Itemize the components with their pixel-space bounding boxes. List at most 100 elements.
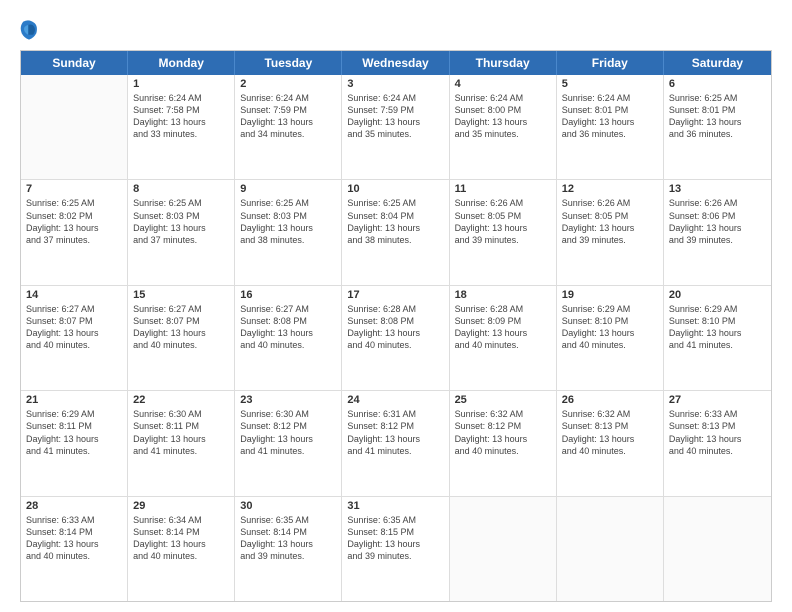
cell-info: Sunrise: 6:32 AM Sunset: 8:12 PM Dayligh…: [455, 408, 551, 457]
calendar-cell: 19 Sunrise: 6:29 AM Sunset: 8:10 PM Dayli…: [557, 286, 664, 390]
cell-info: Sunrise: 6:24 AM Sunset: 7:58 PM Dayligh…: [133, 92, 229, 141]
day-number: 6: [669, 78, 766, 90]
day-number: 8: [133, 183, 229, 195]
cell-info: Sunrise: 6:33 AM Sunset: 8:14 PM Dayligh…: [26, 514, 122, 563]
cell-info: Sunrise: 6:25 AM Sunset: 8:03 PM Dayligh…: [240, 197, 336, 246]
cell-info: Sunrise: 6:31 AM Sunset: 8:12 PM Dayligh…: [347, 408, 443, 457]
weekday-header-saturday: Saturday: [664, 51, 771, 75]
cell-info: Sunrise: 6:26 AM Sunset: 8:05 PM Dayligh…: [562, 197, 658, 246]
day-number: 31: [347, 500, 443, 512]
logo: [20, 18, 42, 40]
cell-info: Sunrise: 6:27 AM Sunset: 8:07 PM Dayligh…: [26, 303, 122, 352]
calendar-cell: 25 Sunrise: 6:32 AM Sunset: 8:12 PM Dayli…: [450, 391, 557, 495]
calendar-cell: 15Sunrise: 6:27 AM Sunset: 8:07 PM Dayli…: [128, 286, 235, 390]
day-number: 3: [347, 78, 443, 90]
day-number: 16: [240, 289, 336, 301]
calendar-row-1: 1 Sunrise: 6:24 AM Sunset: 7:58 PM Daylig…: [21, 75, 771, 180]
calendar-cell: 18 Sunrise: 6:28 AM Sunset: 8:09 PM Dayli…: [450, 286, 557, 390]
calendar-row-3: 14 Sunrise: 6:27 AM Sunset: 8:07 PM Dayli…: [21, 286, 771, 391]
day-number: 21: [26, 394, 122, 406]
day-number: 18: [455, 289, 551, 301]
calendar-cell: 24 Sunrise: 6:31 AM Sunset: 8:12 PM Dayli…: [342, 391, 449, 495]
calendar-cell: [21, 75, 128, 179]
calendar-cell: 12 Sunrise: 6:26 AM Sunset: 8:05 PM Dayli…: [557, 180, 664, 284]
day-number: 5: [562, 78, 658, 90]
calendar-row-4: 21Sunrise: 6:29 AM Sunset: 8:11 PM Dayli…: [21, 391, 771, 496]
cell-info: Sunrise: 6:35 AM Sunset: 8:14 PM Dayligh…: [240, 514, 336, 563]
calendar-cell: 1 Sunrise: 6:24 AM Sunset: 7:58 PM Daylig…: [128, 75, 235, 179]
calendar-cell: 27 Sunrise: 6:33 AM Sunset: 8:13 PM Dayli…: [664, 391, 771, 495]
calendar-header: SundayMondayTuesdayWednesdayThursdayFrid…: [21, 51, 771, 75]
calendar-cell: 17Sunrise: 6:28 AM Sunset: 8:08 PM Dayli…: [342, 286, 449, 390]
cell-info: Sunrise: 6:27 AM Sunset: 8:08 PM Dayligh…: [240, 303, 336, 352]
day-number: 26: [562, 394, 658, 406]
day-number: 12: [562, 183, 658, 195]
day-number: 9: [240, 183, 336, 195]
calendar-cell: 5 Sunrise: 6:24 AM Sunset: 8:01 PM Daylig…: [557, 75, 664, 179]
cell-info: Sunrise: 6:28 AM Sunset: 8:09 PM Dayligh…: [455, 303, 551, 352]
day-number: 25: [455, 394, 551, 406]
cell-info: Sunrise: 6:24 AM Sunset: 8:00 PM Dayligh…: [455, 92, 551, 141]
cell-info: Sunrise: 6:29 AM Sunset: 8:10 PM Dayligh…: [669, 303, 766, 352]
calendar-cell: 23 Sunrise: 6:30 AM Sunset: 8:12 PM Dayli…: [235, 391, 342, 495]
cell-info: Sunrise: 6:24 AM Sunset: 7:59 PM Dayligh…: [347, 92, 443, 141]
cell-info: Sunrise: 6:28 AM Sunset: 8:08 PM Dayligh…: [347, 303, 443, 352]
day-number: 10: [347, 183, 443, 195]
day-number: 19: [562, 289, 658, 301]
calendar-cell: 20Sunrise: 6:29 AM Sunset: 8:10 PM Dayli…: [664, 286, 771, 390]
cell-info: Sunrise: 6:27 AM Sunset: 8:07 PM Dayligh…: [133, 303, 229, 352]
calendar-cell: 26 Sunrise: 6:32 AM Sunset: 8:13 PM Dayli…: [557, 391, 664, 495]
day-number: 14: [26, 289, 122, 301]
calendar-cell: 11 Sunrise: 6:26 AM Sunset: 8:05 PM Dayli…: [450, 180, 557, 284]
day-number: 28: [26, 500, 122, 512]
calendar-cell: 8 Sunrise: 6:25 AM Sunset: 8:03 PM Daylig…: [128, 180, 235, 284]
calendar-cell: 10 Sunrise: 6:25 AM Sunset: 8:04 PM Dayli…: [342, 180, 449, 284]
cell-info: Sunrise: 6:30 AM Sunset: 8:11 PM Dayligh…: [133, 408, 229, 457]
weekday-header-wednesday: Wednesday: [342, 51, 449, 75]
day-number: 30: [240, 500, 336, 512]
cell-info: Sunrise: 6:32 AM Sunset: 8:13 PM Dayligh…: [562, 408, 658, 457]
cell-info: Sunrise: 6:30 AM Sunset: 8:12 PM Dayligh…: [240, 408, 336, 457]
cell-info: Sunrise: 6:29 AM Sunset: 8:10 PM Dayligh…: [562, 303, 658, 352]
cell-info: Sunrise: 6:24 AM Sunset: 7:59 PM Dayligh…: [240, 92, 336, 141]
weekday-header-monday: Monday: [128, 51, 235, 75]
page: SundayMondayTuesdayWednesdayThursdayFrid…: [0, 0, 792, 612]
cell-info: Sunrise: 6:25 AM Sunset: 8:03 PM Dayligh…: [133, 197, 229, 246]
cell-info: Sunrise: 6:24 AM Sunset: 8:01 PM Dayligh…: [562, 92, 658, 141]
calendar-cell: [664, 497, 771, 601]
calendar-cell: 3 Sunrise: 6:24 AM Sunset: 7:59 PM Daylig…: [342, 75, 449, 179]
cell-info: Sunrise: 6:33 AM Sunset: 8:13 PM Dayligh…: [669, 408, 766, 457]
calendar-cell: 30 Sunrise: 6:35 AM Sunset: 8:14 PM Dayli…: [235, 497, 342, 601]
calendar-row-2: 7Sunrise: 6:25 AM Sunset: 8:02 PM Daylig…: [21, 180, 771, 285]
weekday-header-friday: Friday: [557, 51, 664, 75]
cell-info: Sunrise: 6:26 AM Sunset: 8:06 PM Dayligh…: [669, 197, 766, 246]
day-number: 13: [669, 183, 766, 195]
day-number: 4: [455, 78, 551, 90]
day-number: 27: [669, 394, 766, 406]
day-number: 23: [240, 394, 336, 406]
calendar-cell: 31 Sunrise: 6:35 AM Sunset: 8:15 PM Dayli…: [342, 497, 449, 601]
calendar-cell: 22 Sunrise: 6:30 AM Sunset: 8:11 PM Dayli…: [128, 391, 235, 495]
calendar-cell: 29Sunrise: 6:34 AM Sunset: 8:14 PM Dayli…: [128, 497, 235, 601]
calendar-cell: 7Sunrise: 6:25 AM Sunset: 8:02 PM Daylig…: [21, 180, 128, 284]
calendar-cell: 14 Sunrise: 6:27 AM Sunset: 8:07 PM Dayli…: [21, 286, 128, 390]
day-number: 24: [347, 394, 443, 406]
calendar-cell: 21Sunrise: 6:29 AM Sunset: 8:11 PM Dayli…: [21, 391, 128, 495]
day-number: 2: [240, 78, 336, 90]
day-number: 22: [133, 394, 229, 406]
day-number: 29: [133, 500, 229, 512]
calendar-cell: 13 Sunrise: 6:26 AM Sunset: 8:06 PM Dayli…: [664, 180, 771, 284]
day-number: 1: [133, 78, 229, 90]
cell-info: Sunrise: 6:25 AM Sunset: 8:01 PM Dayligh…: [669, 92, 766, 141]
calendar-cell: 16 Sunrise: 6:27 AM Sunset: 8:08 PM Dayli…: [235, 286, 342, 390]
calendar-cell: [450, 497, 557, 601]
weekday-header-tuesday: Tuesday: [235, 51, 342, 75]
calendar-cell: 28 Sunrise: 6:33 AM Sunset: 8:14 PM Dayli…: [21, 497, 128, 601]
cell-info: Sunrise: 6:25 AM Sunset: 8:04 PM Dayligh…: [347, 197, 443, 246]
calendar-cell: 2 Sunrise: 6:24 AM Sunset: 7:59 PM Daylig…: [235, 75, 342, 179]
cell-info: Sunrise: 6:25 AM Sunset: 8:02 PM Dayligh…: [26, 197, 122, 246]
logo-icon: [20, 18, 38, 40]
day-number: 11: [455, 183, 551, 195]
cell-info: Sunrise: 6:26 AM Sunset: 8:05 PM Dayligh…: [455, 197, 551, 246]
cell-info: Sunrise: 6:35 AM Sunset: 8:15 PM Dayligh…: [347, 514, 443, 563]
